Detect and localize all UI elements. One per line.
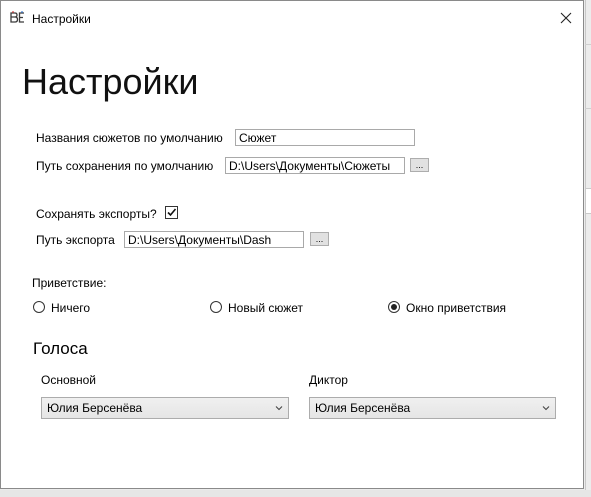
browse-export-path-button[interactable]: ... [310,232,329,246]
background-divider [585,0,586,497]
background-panel-edge [586,188,591,214]
radio-selected-dot [391,304,397,310]
radio-button-selected[interactable] [388,301,400,313]
save-exports-label: Сохранять экспорты? [36,207,157,221]
save-exports-checkbox[interactable] [165,206,178,219]
radio-button[interactable] [210,301,222,313]
export-path-label: Путь экспорта [36,233,115,247]
radio-label: Ничего [51,301,91,315]
voices-section-title: Голоса [33,339,88,358]
close-icon [560,12,572,24]
radio-label: Новый сюжет [228,301,304,315]
default-save-path-label: Путь сохранения по умолчанию [36,159,214,173]
close-button[interactable] [549,1,583,35]
radio-button[interactable] [33,301,45,313]
app-logo-icon [10,11,26,25]
chevron-down-icon [542,406,550,411]
export-path-input[interactable] [124,231,304,248]
background-rule [585,108,591,109]
title-bar[interactable]: Настройки [1,1,583,35]
main-voice-select[interactable]: Юлия Берсенёва [41,397,289,419]
main-voice-label: Основной [41,373,97,387]
radio-label: Окно приветствия [406,301,507,315]
narrator-voice-label: Диктор [309,373,348,387]
default-story-name-input[interactable] [235,129,415,146]
checkmark-icon [167,208,177,217]
main-voice-value: Юлия Берсенёва [47,401,143,415]
background-bottom-strip [0,490,591,497]
window-title: Настройки [32,12,91,26]
background-rule [585,44,591,45]
browse-save-path-button[interactable]: ... [410,158,429,172]
greeting-option-nothing[interactable]: Ничего [33,300,113,316]
greeting-option-new-story[interactable]: Новый сюжет [210,300,320,316]
greeting-label: Приветствие: [32,276,107,290]
greeting-option-welcome-window[interactable]: Окно приветствия [388,300,528,316]
settings-dialog: Настройки Настройки Названия сюжетов по … [0,0,584,489]
narrator-voice-select[interactable]: Юлия Берсенёва [309,397,556,419]
default-save-path-input[interactable] [225,157,405,174]
default-story-name-label: Названия сюжетов по умолчанию [36,131,223,145]
narrator-voice-value: Юлия Берсенёва [315,401,411,415]
chevron-down-icon [275,406,283,411]
page-title: Настройки [22,61,199,102]
